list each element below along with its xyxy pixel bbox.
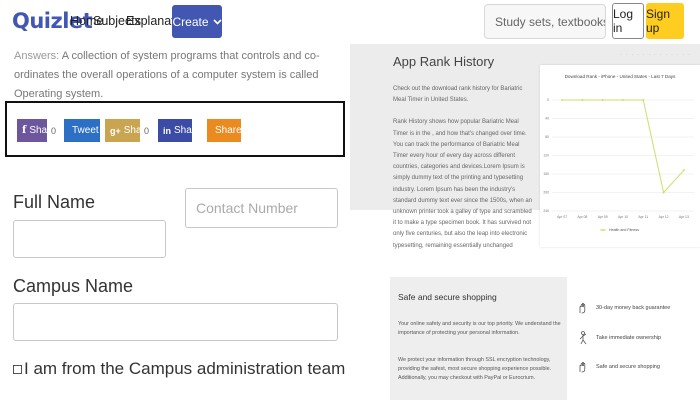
search-placeholder: Study sets, textbooks, ... — [495, 14, 605, 29]
download-rank-chart-svg: Download Rank - iPhone - United States -… — [543, 74, 694, 232]
login-button[interactable]: Log in — [612, 3, 644, 39]
tweet-label: Tweet — [72, 125, 99, 136]
share-label: Share — [174, 125, 201, 136]
ownership-icon — [579, 331, 587, 345]
chart-data-point — [561, 99, 564, 101]
google-plus-icon: g+ — [110, 125, 121, 136]
facebook-share-button[interactable]: f Share — [17, 119, 56, 142]
chart-y-tick-label: 160 — [543, 172, 549, 176]
answer-body: A collection of system programs that con… — [14, 50, 320, 100]
chart-y-tick-label: 120 — [543, 154, 549, 158]
chart-x-tick-label: Apr 12 — [659, 215, 669, 219]
feature-label: Safe and secure shopping — [596, 364, 660, 370]
chart-x-tick-label: Apr 07 — [557, 215, 567, 219]
chart-x-tick-label: Apr 11 — [638, 215, 648, 219]
chart-y-tick-label: 240 — [543, 209, 549, 213]
feature-label: 30-day money back guarantee — [596, 305, 671, 311]
answer-text: Answers: A collection of system programs… — [14, 47, 344, 104]
contact-number-input[interactable]: Contact Number — [185, 188, 338, 228]
chart-legend-marker — [602, 229, 604, 231]
chart-legend-label: Health and Fitness — [609, 228, 639, 232]
chart-data-point — [642, 99, 645, 101]
chart-x-tick-label: Apr 08 — [577, 215, 587, 219]
admin-team-checkbox[interactable] — [13, 365, 22, 374]
campus-name-label: Campus Name — [13, 276, 134, 296]
create-label: Create — [172, 14, 209, 29]
chart-data-point — [662, 191, 665, 194]
chart-y-tick-label: 80 — [545, 135, 549, 139]
rank-history-description: Check out the download rank history for … — [393, 84, 533, 252]
google-plus-share-button[interactable]: g+ Share — [105, 119, 150, 142]
secure-shopping-title: Safe and secure shopping — [398, 292, 497, 302]
full-name-label: Full Name — [13, 192, 96, 212]
chart-data-point — [601, 99, 604, 101]
chart-series-line — [562, 99, 685, 194]
download-rank-chart: Download Rank - iPhone - United States -… — [540, 65, 700, 247]
chart-x-tick-label: Apr 09 — [598, 215, 608, 219]
chart-data-point — [682, 169, 685, 172]
feature-money-back: 30-day money back guarantee — [578, 302, 670, 314]
chart-data-point — [581, 99, 584, 101]
feature-label: Take immediate ownership — [596, 335, 662, 341]
rank-body: Rank History shows how popular Bariatric… — [393, 119, 533, 249]
chart-y-tick-label: 40 — [545, 117, 549, 121]
campus-name-input[interactable] — [13, 303, 338, 341]
feature-secure: Safe and secure shopping — [578, 361, 660, 373]
answer-label: Answers: — [14, 50, 60, 62]
chart-title: Download Rank - iPhone - United States -… — [565, 74, 677, 79]
rank-history-title: App Rank History — [393, 54, 495, 69]
rank-intro: Check out the download rank history for … — [393, 86, 523, 104]
stumbleupon-share-button[interactable]: Share — [207, 119, 242, 142]
twitter-tweet-button[interactable]: Tweet — [64, 119, 100, 142]
facebook-icon: f — [22, 125, 27, 136]
chart-y-tick-label: 0 — [547, 98, 549, 102]
chart-x-tick-label: Apr 10 — [618, 215, 628, 219]
create-button[interactable]: Create — [172, 5, 222, 38]
feature-ownership: Take immediate ownership — [578, 331, 661, 345]
contact-number-placeholder: Contact Number — [196, 200, 298, 216]
chart-x-tick-label: Apr 13 — [679, 215, 689, 219]
full-name-input[interactable] — [13, 220, 166, 258]
secure-shopping-icon — [579, 361, 586, 373]
chart-data-point — [622, 99, 624, 101]
linkedin-share-button[interactable]: in Share — [158, 119, 201, 142]
chevron-down-icon — [212, 18, 222, 25]
secure-shopping-paragraph-1: Your online safety and security is our t… — [398, 321, 561, 336]
secure-shopping-paragraph-2: We protect your information through SSL … — [398, 357, 552, 381]
google-plus-share-count: 0 — [140, 119, 153, 142]
decorative-dots: · · · · · · · · · · · · · — [620, 52, 691, 58]
money-back-icon — [579, 302, 586, 314]
chart-y-tick-label: 200 — [543, 191, 549, 195]
search-input[interactable]: Study sets, textbooks, ... — [484, 4, 606, 39]
admin-team-checkbox-label[interactable]: I am from the Campus administration team — [24, 359, 345, 379]
signup-button[interactable]: Sign up — [646, 3, 684, 39]
facebook-share-count: 0 — [47, 119, 60, 142]
linkedin-icon: in — [163, 125, 171, 136]
share-label: Share — [215, 125, 242, 136]
